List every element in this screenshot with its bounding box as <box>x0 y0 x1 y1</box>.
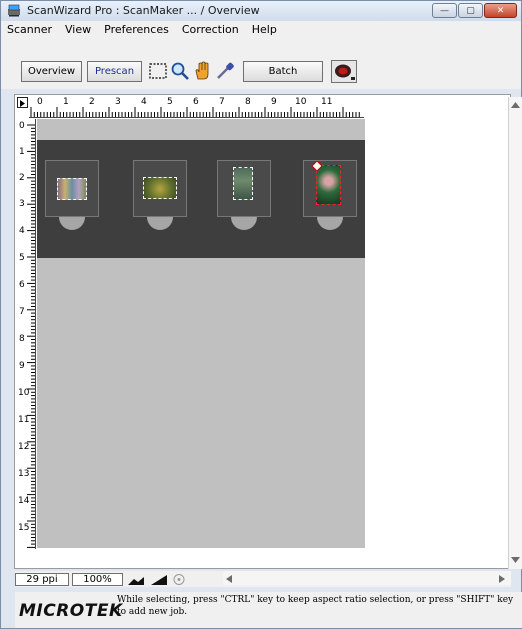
slide-holder-4-notch <box>317 217 343 230</box>
close-button[interactable]: ✕ <box>484 3 517 18</box>
h-ruler-label-7: 7 <box>219 97 225 107</box>
vertical-scrollbar[interactable] <box>508 97 522 569</box>
v-ruler-label-4: 4 <box>19 226 25 236</box>
slide-holder-1-notch <box>59 217 85 230</box>
v-ruler-label-15: 15 <box>18 523 30 533</box>
v-ruler-label-1: 1 <box>19 147 25 157</box>
v-ruler-label-12: 12 <box>18 442 30 452</box>
v-ruler-label-2: 2 <box>19 173 25 183</box>
title-bar: ScanWizard Pro : ScanMaker ... / Overvie… <box>1 1 521 21</box>
select-frame-icon[interactable] <box>148 61 168 81</box>
h-ruler-label-3: 3 <box>115 97 121 107</box>
horizontal-ruler: 0 1 2 3 4 5 6 7 8 9 10 11 <box>29 97 364 118</box>
minimize-button[interactable]: — <box>432 3 457 18</box>
batch-button[interactable]: Batch <box>243 61 323 82</box>
zoom-readout: 100% <box>72 572 123 586</box>
maximize-button[interactable]: ▢ <box>458 3 483 18</box>
v-ruler-label-7: 7 <box>19 307 25 317</box>
v-ruler-label-3: 3 <box>19 199 25 209</box>
h-ruler-label-6: 6 <box>193 97 199 107</box>
scroll-down-arrow-icon[interactable] <box>511 557 520 563</box>
info-circle-icon[interactable] <box>172 573 186 586</box>
scroll-left-arrow-icon[interactable] <box>226 575 232 583</box>
slide-thumbnail-4-selected[interactable] <box>316 165 341 205</box>
overview-button[interactable]: Overview <box>21 61 82 82</box>
resolution-readout: 29 ppi <box>15 572 69 586</box>
scanner-settings-icon[interactable] <box>331 60 357 83</box>
menu-correction[interactable]: Correction <box>176 21 246 39</box>
hand-tool-icon[interactable] <box>192 61 212 81</box>
h-ruler-label-2: 2 <box>89 97 95 107</box>
selection-handle-icon[interactable] <box>312 161 322 171</box>
v-ruler-label-0: 0 <box>19 121 25 131</box>
menu-bar: Scanner View Preferences Correction Help <box>1 21 521 39</box>
menu-view[interactable]: View <box>59 21 98 39</box>
scanner-app-icon <box>8 4 20 17</box>
window-controls: — ▢ ✕ <box>432 3 517 18</box>
h-ruler-label-9: 9 <box>271 97 277 107</box>
v-ruler-label-8: 8 <box>19 334 25 344</box>
horizontal-scrollbar[interactable] <box>223 571 511 585</box>
v-ruler-label-11: 11 <box>18 415 30 425</box>
h-ruler-label-0: 0 <box>37 97 43 107</box>
menu-scanner[interactable]: Scanner <box>1 21 59 39</box>
app-window: ScanWizard Pro : ScanMaker ... / Overvie… <box>0 0 522 629</box>
histogram-low-icon[interactable] <box>126 573 146 586</box>
histogram-high-icon[interactable] <box>149 573 169 586</box>
toolbar: Overview Prescan Batch <box>1 39 521 89</box>
slide-holder-3-notch <box>231 217 257 230</box>
v-ruler-label-13: 13 <box>18 469 30 479</box>
triangle-right-icon <box>20 100 25 107</box>
h-ruler-label-1: 1 <box>63 97 69 107</box>
microtek-logo: MICROTEK <box>19 601 123 621</box>
h-ruler-label-4: 4 <box>141 97 147 107</box>
slide-film-holder <box>37 140 365 258</box>
v-ruler-label-10: 10 <box>18 388 30 398</box>
h-ruler-label-5: 5 <box>167 97 173 107</box>
menu-preferences[interactable]: Preferences <box>98 21 176 39</box>
v-ruler-label-9: 9 <box>19 361 25 371</box>
prescan-button[interactable]: Prescan <box>87 61 142 82</box>
vertical-ruler: 0 1 2 3 4 5 6 7 8 9 10 11 12 13 14 15 <box>17 119 36 549</box>
footer-bar: MICROTEK While selecting, press "CTRL" k… <box>15 592 522 628</box>
scroll-up-arrow-icon[interactable] <box>511 102 520 108</box>
slide-holder-2-notch <box>147 217 173 230</box>
v-ruler-label-6: 6 <box>19 280 25 290</box>
slide-thumbnail-2[interactable] <box>143 177 177 199</box>
slide-thumbnail-3[interactable] <box>233 167 253 200</box>
window-title: ScanWizard Pro : ScanMaker ... / Overvie… <box>27 4 260 17</box>
menu-help[interactable]: Help <box>246 21 284 39</box>
zoom-icon[interactable] <box>170 61 190 81</box>
v-ruler-label-14: 14 <box>18 496 30 506</box>
selection-hint-text: While selecting, press "CTRL" key to kee… <box>117 595 514 617</box>
slide-thumbnail-1[interactable] <box>57 178 87 200</box>
eyedropper-icon[interactable] <box>215 61 235 81</box>
ruler-origin-button[interactable] <box>17 97 28 108</box>
h-ruler-label-10: 10 <box>295 97 307 107</box>
v-ruler-label-5: 5 <box>19 253 25 263</box>
h-ruler-label-11: 11 <box>321 97 333 107</box>
h-ruler-label-8: 8 <box>245 97 251 107</box>
scroll-right-arrow-icon[interactable] <box>499 575 505 583</box>
